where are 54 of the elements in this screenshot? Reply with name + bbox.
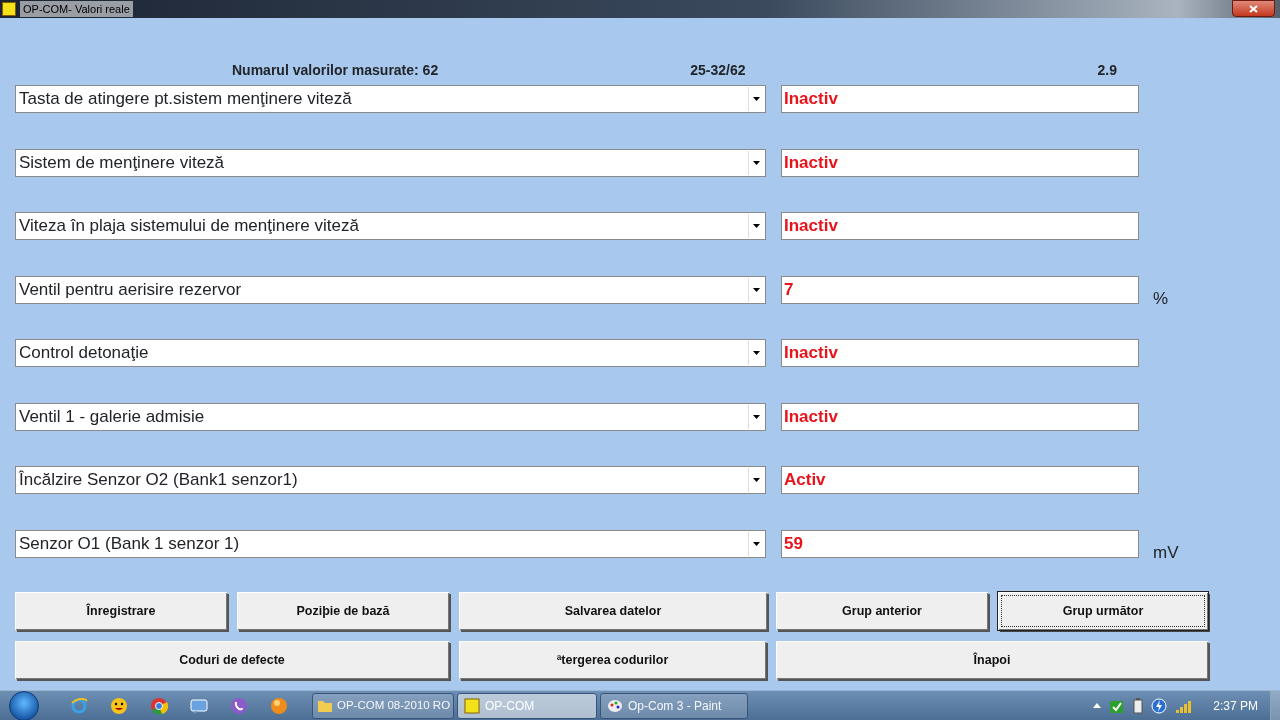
window-title: OP-COM- Valori reale	[20, 0, 133, 18]
caret-icon	[753, 351, 760, 355]
action-button[interactable]: Înregistrare	[15, 592, 227, 630]
value-field: Inactiv	[781, 85, 1139, 113]
ball-icon[interactable]	[270, 696, 288, 715]
parameter-dropdown[interactable]: Ventil 1 - galerie admisie	[15, 402, 766, 431]
value-field: Inactiv	[781, 148, 1139, 177]
parameter-dropdown[interactable]: Ventil pentru aerisire rezervor	[15, 275, 766, 304]
value-field: Activ	[781, 466, 1139, 494]
action-button[interactable]: Coduri de defecte	[15, 641, 449, 679]
palette-icon	[607, 697, 623, 714]
version-label: 2.9	[1097, 63, 1117, 77]
action-button[interactable]: ªtergerea codurilor	[459, 641, 766, 679]
action-button[interactable]: Înapoi	[776, 641, 1208, 679]
unit-label: %	[1153, 287, 1169, 310]
caret-icon	[753, 97, 760, 101]
parameter-dropdown[interactable]: Încălzire Senzor O2 (Bank1 senzor1)	[15, 466, 766, 494]
close-icon	[1249, 4, 1258, 13]
parameter-dropdown[interactable]: Viteza în plaja sistemului de menţinere viteză	[15, 212, 766, 240]
phone-bubble-icon[interactable]	[230, 696, 248, 715]
lightning-icon[interactable]	[1151, 697, 1168, 714]
action-button[interactable]: Salvarea datelor	[459, 592, 767, 630]
close-button[interactable]	[1232, 0, 1275, 17]
action-button[interactable]: Grup următor	[998, 592, 1208, 630]
battery-icon[interactable]	[1133, 697, 1144, 714]
value-field: Inactiv	[781, 339, 1139, 367]
parameter-dropdown[interactable]: Senzor O1 (Bank 1 senzor 1)	[15, 529, 766, 558]
caret-icon	[753, 478, 760, 482]
parameter-dropdown[interactable]: Tasta de atingere pt.sistem menţinere viteză	[15, 85, 766, 113]
start-button[interactable]	[9, 690, 39, 720]
chat-icon[interactable]	[190, 696, 208, 715]
action-button[interactable]: Poziþie de bază	[237, 592, 449, 630]
caret-icon	[753, 224, 760, 228]
caret-icon	[753, 160, 760, 165]
up-arrow-icon[interactable]	[1093, 703, 1102, 708]
caret-icon	[753, 414, 760, 419]
browser-e-icon[interactable]	[70, 696, 88, 715]
unit-label: mV	[1153, 541, 1179, 564]
value-field: Inactiv	[781, 402, 1139, 431]
parameter-dropdown[interactable]: Sistem de menţinere viteză	[15, 148, 766, 177]
parameter-dropdown[interactable]: Control detonaţie	[15, 339, 766, 367]
app-icon	[2, 2, 16, 16]
group-range-label: 25-32/62	[690, 63, 746, 77]
value-field: 7	[781, 275, 1139, 304]
caret-icon	[753, 541, 760, 546]
clock[interactable]: 2:37 PM	[1213, 696, 1258, 715]
value-field: Inactiv	[781, 212, 1139, 240]
measured-count-label: Numarul valorilor masurate: 62	[232, 63, 439, 77]
caret-icon	[753, 287, 760, 292]
action-button[interactable]: Grup anterior	[776, 592, 988, 630]
app-icon	[464, 697, 480, 714]
value-field: 59	[781, 529, 1139, 558]
chrome-icon[interactable]	[150, 696, 168, 715]
smiley-icon[interactable]	[110, 696, 128, 715]
